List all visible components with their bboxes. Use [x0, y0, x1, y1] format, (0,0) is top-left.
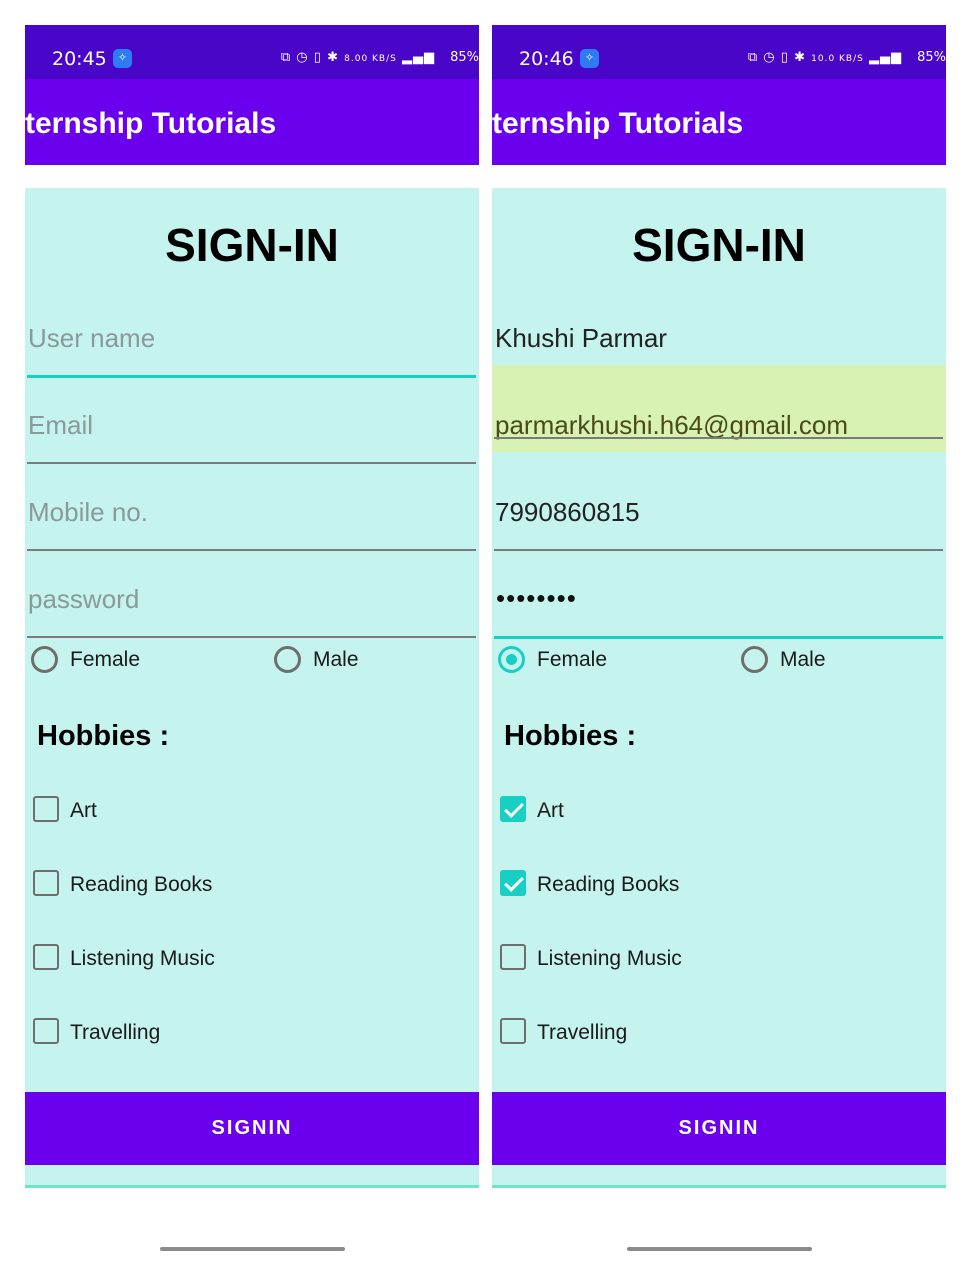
checkbox-art[interactable]: Art [500, 794, 900, 830]
app-bar: ternship Tutorials [25, 79, 479, 165]
bluetooth-icon: ✱ [794, 50, 806, 65]
alarm-icon: ◷ [296, 50, 309, 65]
checkbox-listening-music[interactable]: Listening Music [33, 942, 433, 978]
radio-circle[interactable] [274, 646, 301, 673]
cast-icon: ⧉ [747, 50, 759, 65]
mobile-input[interactable] [494, 492, 944, 532]
input-underline [27, 636, 476, 638]
signin-form: SIGN-IN •••••••• Female Male [492, 188, 946, 1188]
divider [492, 1185, 946, 1188]
notification-app-icon: ✧ [113, 49, 132, 68]
cast-icon: ⧉ [280, 50, 292, 65]
email-field [492, 365, 946, 452]
checkbox-box[interactable] [33, 944, 59, 970]
status-time: 20:46 [519, 48, 574, 70]
radio-label: Male [780, 648, 826, 671]
signin-button[interactable]: SIGNIN [492, 1092, 946, 1165]
radio-circle[interactable] [31, 646, 58, 673]
password-field[interactable]: •••••••• [494, 561, 943, 648]
checkbox-label: Travelling [70, 1021, 161, 1044]
checkbox-art[interactable]: Art [33, 794, 433, 830]
status-bar: 20:46 ✧ ⧉ ◷ ▯ ✱ 10.0 KB/S ▂▄▆ 85% [492, 25, 946, 79]
vibrate-icon: ▯ [313, 50, 322, 65]
checkbox-box[interactable] [500, 870, 526, 896]
checkbox-label: Travelling [537, 1021, 628, 1044]
signal-icon: ▂▄▆ [402, 50, 435, 65]
checkbox-box[interactable] [33, 870, 59, 896]
home-indicator-left[interactable] [160, 1247, 345, 1251]
password-input[interactable] [27, 579, 477, 619]
bluetooth-icon: ✱ [327, 50, 339, 65]
mobile-field [27, 474, 477, 561]
hobbies-heading: Hobbies : [37, 720, 170, 752]
checkbox-reading-books[interactable]: Reading Books [33, 868, 433, 904]
radio-label: Female [537, 648, 608, 671]
checkbox-travelling[interactable]: Travelling [33, 1016, 433, 1052]
password-masked-value[interactable]: •••••••• [496, 583, 577, 614]
vibrate-icon: ▯ [780, 50, 789, 65]
status-icons: ⧉ ◷ ▯ ✱ 10.0 KB/S ▂▄▆ [748, 50, 902, 65]
input-underline [494, 636, 943, 639]
email-input[interactable] [27, 405, 477, 445]
email-field [27, 387, 477, 474]
checkbox-label: Reading Books [70, 873, 213, 896]
input-underline [27, 549, 476, 551]
signin-button[interactable]: SIGNIN [25, 1092, 479, 1165]
radio-circle[interactable] [741, 646, 768, 673]
radio-label: Female [70, 648, 141, 671]
checkbox-label: Listening Music [537, 947, 682, 970]
username-input[interactable] [27, 318, 477, 358]
page-title: SIGN-IN [165, 219, 339, 271]
hobbies-heading: Hobbies : [504, 720, 637, 752]
gender-radio-group: Female Male [492, 643, 946, 683]
input-underline [494, 549, 943, 551]
input-underline [494, 437, 943, 439]
checkbox-listening-music[interactable]: Listening Music [500, 942, 900, 978]
alarm-icon: ◷ [763, 50, 776, 65]
checkbox-box[interactable] [33, 1018, 59, 1044]
checkbox-label: Reading Books [537, 873, 680, 896]
battery-level: 85% [917, 50, 946, 65]
status-icons: ⧉ ◷ ▯ ✱ 8.00 KB/S ▂▄▆ [281, 50, 435, 65]
checkbox-box[interactable] [500, 1018, 526, 1044]
network-speed: 10.0 KB/S [811, 54, 864, 64]
email-input[interactable] [494, 405, 944, 445]
input-underline [27, 375, 476, 378]
checkbox-label: Listening Music [70, 947, 215, 970]
network-speed: 8.00 KB/S [344, 54, 397, 64]
checkbox-travelling[interactable]: Travelling [500, 1016, 900, 1052]
app-title: ternship Tutorials [492, 107, 744, 140]
checkbox-box[interactable] [500, 796, 526, 822]
signin-form: SIGN-IN Female Male Hobbi [25, 188, 479, 1188]
battery-level: 85% [450, 50, 479, 65]
page-title: SIGN-IN [632, 219, 806, 271]
notification-app-icon: ✧ [580, 49, 599, 68]
radio-circle[interactable] [498, 646, 525, 673]
checkbox-label: Art [537, 799, 564, 822]
username-input[interactable] [494, 318, 944, 358]
status-bar: 20:45 ✧ ⧉ ◷ ▯ ✱ 8.00 KB/S ▂▄▆ 85% [25, 25, 479, 79]
phone-screen-empty: 20:45 ✧ ⧉ ◷ ▯ ✱ 8.00 KB/S ▂▄▆ 85% ternsh… [25, 25, 479, 1190]
input-underline [27, 462, 476, 464]
app-bar: ternship Tutorials [492, 79, 946, 165]
checkbox-box[interactable] [33, 796, 59, 822]
checkbox-box[interactable] [500, 944, 526, 970]
username-field [27, 300, 477, 387]
divider [25, 1185, 479, 1188]
home-indicator-right[interactable] [627, 1247, 812, 1251]
mobile-input[interactable] [27, 492, 477, 532]
radio-label: Male [313, 648, 359, 671]
password-field [27, 561, 477, 648]
mobile-field [494, 474, 944, 561]
checkbox-reading-books[interactable]: Reading Books [500, 868, 900, 904]
status-time: 20:45 [52, 48, 107, 70]
checkbox-label: Art [70, 799, 97, 822]
app-title: ternship Tutorials [25, 107, 277, 140]
phone-screen-filled: 20:46 ✧ ⧉ ◷ ▯ ✱ 10.0 KB/S ▂▄▆ 85% ternsh… [492, 25, 946, 1190]
gender-radio-group: Female Male [25, 643, 479, 683]
signal-icon: ▂▄▆ [869, 50, 902, 65]
